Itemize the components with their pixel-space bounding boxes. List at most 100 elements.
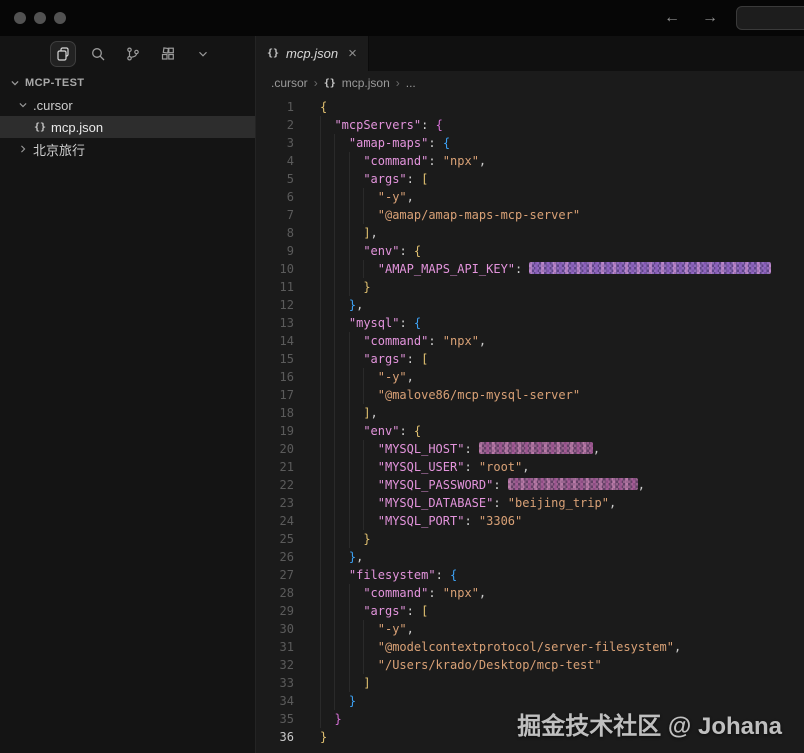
code-line[interactable]: 9"env": { [256, 242, 804, 260]
breadcrumb-file[interactable]: mcp.json [342, 76, 390, 90]
indent-guide [320, 476, 334, 494]
code-line[interactable]: 26}, [256, 548, 804, 566]
code-line[interactable]: 11} [256, 278, 804, 296]
indent-guide [334, 692, 348, 710]
indent-guide [334, 134, 348, 152]
indent-guide [334, 674, 348, 692]
code-line[interactable]: 31"@modelcontextprotocol/server-filesyst… [256, 638, 804, 656]
indent-guide [320, 602, 334, 620]
indent-guide [349, 350, 363, 368]
json-file-icon: {} [34, 122, 46, 133]
indent-guide [334, 602, 348, 620]
indent-guide [349, 170, 363, 188]
code-line[interactable]: 8], [256, 224, 804, 242]
minimize-window-button[interactable] [34, 12, 46, 24]
traffic-lights [0, 12, 66, 24]
indent-guide [320, 242, 334, 260]
zoom-window-button[interactable] [54, 12, 66, 24]
code-line[interactable]: 32"/Users/krado/Desktop/mcp-test" [256, 656, 804, 674]
line-number: 35 [256, 710, 294, 728]
code-line[interactable]: 20"MYSQL_HOST": , [256, 440, 804, 458]
nav-forward-button[interactable]: → [698, 8, 722, 28]
indent-guide [334, 188, 348, 206]
code-line[interactable]: 16"-y", [256, 368, 804, 386]
code-line[interactable]: 15"args": [ [256, 350, 804, 368]
command-center-search[interactable] [736, 6, 804, 30]
extensions-icon[interactable] [155, 41, 181, 67]
indent-guide [320, 530, 334, 548]
code-line[interactable]: 35} [256, 710, 804, 728]
sidebar-item-cursor-folder[interactable]: .cursor [0, 94, 255, 116]
code-line[interactable]: 1{ [256, 98, 804, 116]
indent-guide [320, 188, 334, 206]
indent-guide [363, 476, 377, 494]
code-line[interactable]: 17"@malove86/mcp-mysql-server" [256, 386, 804, 404]
sidebar: MCP-TEST .cursor {} mcp.json 北京旅行 [0, 36, 256, 753]
code-line[interactable]: 24"MYSQL_PORT": "3306" [256, 512, 804, 530]
close-window-button[interactable] [14, 12, 26, 24]
redacted-value [479, 442, 593, 454]
code-line[interactable]: 29"args": [ [256, 602, 804, 620]
indent-guide [363, 386, 377, 404]
indent-guide [334, 368, 348, 386]
indent-guide [320, 512, 334, 530]
line-number: 15 [256, 350, 294, 368]
indent-guide [320, 458, 334, 476]
sidebar-item-mcp-json[interactable]: {} mcp.json [0, 116, 255, 138]
code-line[interactable]: 4"command": "npx", [256, 152, 804, 170]
code-line[interactable]: 28"command": "npx", [256, 584, 804, 602]
code-line[interactable]: 33] [256, 674, 804, 692]
code-line[interactable]: 14"command": "npx", [256, 332, 804, 350]
indent-guide [320, 422, 334, 440]
code-line[interactable]: 22"MYSQL_PASSWORD": , [256, 476, 804, 494]
indent-guide [363, 638, 377, 656]
source-control-icon[interactable] [120, 41, 146, 67]
explorer-section-header[interactable]: MCP-TEST [0, 72, 255, 94]
line-number: 22 [256, 476, 294, 494]
line-number: 14 [256, 332, 294, 350]
code-line[interactable]: 5"args": [ [256, 170, 804, 188]
code-line[interactable]: 19"env": { [256, 422, 804, 440]
line-number: 18 [256, 404, 294, 422]
code-line[interactable]: 3"amap-maps": { [256, 134, 804, 152]
code-line[interactable]: 18], [256, 404, 804, 422]
line-number: 30 [256, 620, 294, 638]
tab-mcp-json[interactable]: {} mcp.json × [256, 36, 369, 71]
code-line[interactable]: 7"@amap/amap-maps-mcp-server" [256, 206, 804, 224]
code-line[interactable]: 34} [256, 692, 804, 710]
indent-guide [334, 530, 348, 548]
code-line[interactable]: 27"filesystem": { [256, 566, 804, 584]
code-area[interactable]: 1{2"mcpServers": {3"amap-maps": {4"comma… [256, 95, 804, 753]
code-line[interactable]: 25} [256, 530, 804, 548]
sidebar-item-beijing-trip-folder[interactable]: 北京旅行 [0, 138, 255, 160]
more-panels-chevron-icon[interactable] [190, 41, 216, 67]
indent-guide [363, 494, 377, 512]
line-number: 1 [256, 98, 294, 116]
close-tab-icon[interactable]: × [348, 46, 357, 61]
nav-back-button[interactable]: ← [660, 8, 684, 28]
indent-guide [349, 260, 363, 278]
explorer-icon[interactable] [50, 41, 76, 67]
line-number: 2 [256, 116, 294, 134]
code-line[interactable]: 10"AMAP_MAPS_API_KEY": [256, 260, 804, 278]
breadcrumb-more[interactable]: ... [406, 76, 416, 90]
line-number: 28 [256, 584, 294, 602]
indent-guide [320, 674, 334, 692]
indent-guide [349, 494, 363, 512]
code-line[interactable]: 23"MYSQL_DATABASE": "beijing_trip", [256, 494, 804, 512]
indent-guide [349, 332, 363, 350]
indent-guide [320, 656, 334, 674]
code-line[interactable]: 12}, [256, 296, 804, 314]
line-number: 8 [256, 224, 294, 242]
code-line[interactable]: 6"-y", [256, 188, 804, 206]
code-line[interactable]: 13"mysql": { [256, 314, 804, 332]
search-icon[interactable] [85, 41, 111, 67]
code-line[interactable]: 2"mcpServers": { [256, 116, 804, 134]
code-line[interactable]: 21"MYSQL_USER": "root", [256, 458, 804, 476]
code-line[interactable]: 30"-y", [256, 620, 804, 638]
indent-guide [320, 710, 334, 728]
code-line[interactable]: 36} [256, 728, 804, 746]
line-number: 13 [256, 314, 294, 332]
breadcrumb-folder[interactable]: .cursor [271, 76, 308, 90]
indent-guide [349, 278, 363, 296]
